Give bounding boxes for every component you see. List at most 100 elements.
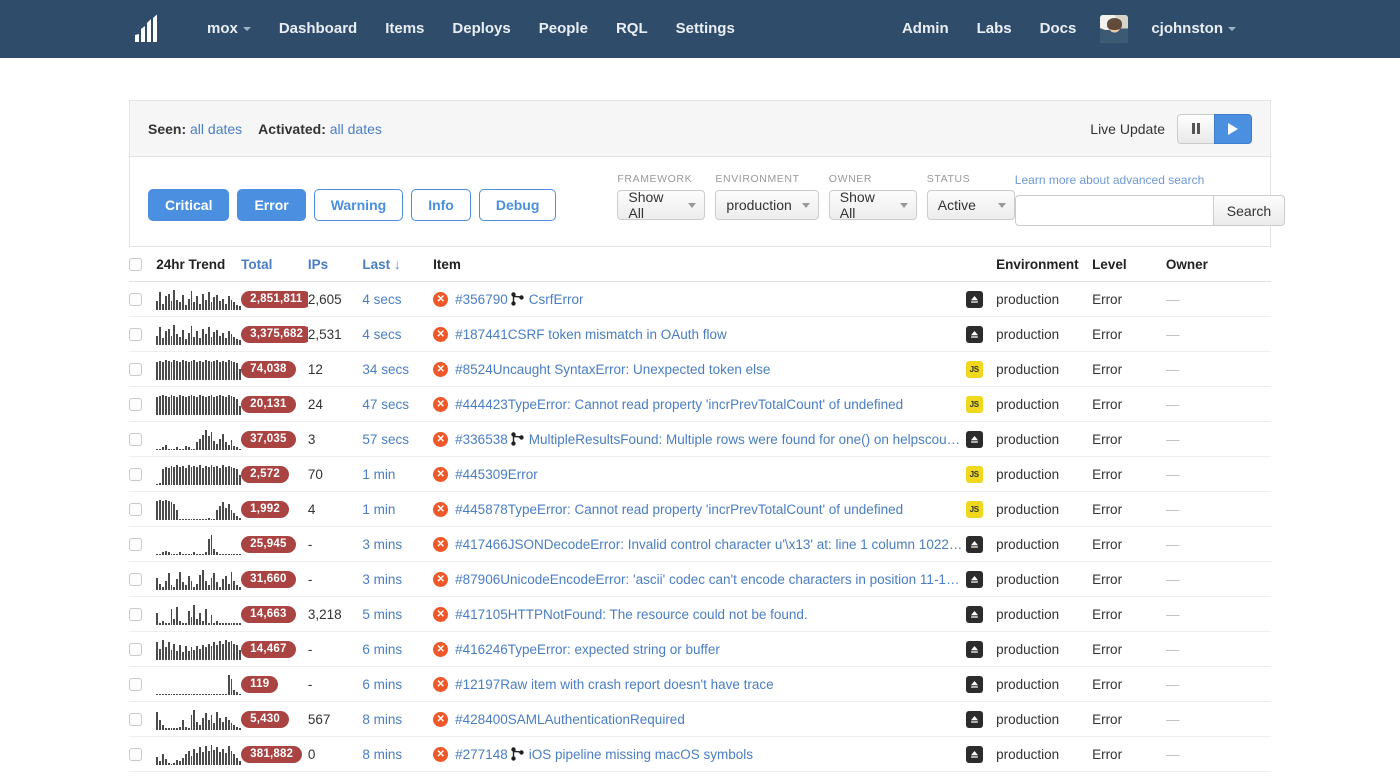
last-seen-link[interactable]: 8 mins bbox=[362, 747, 402, 762]
last-seen-link[interactable]: 3 mins bbox=[362, 572, 402, 587]
nav-item-deploys[interactable]: Deploys bbox=[438, 0, 524, 58]
environment-select[interactable]: production bbox=[715, 190, 818, 220]
item-link[interactable]: #277148 bbox=[455, 747, 508, 762]
table-row[interactable]: 381,88208 mins✕#277148 iOS pipeline miss… bbox=[129, 737, 1271, 772]
nav-item-labs[interactable]: Labs bbox=[963, 0, 1026, 58]
item-link[interactable]: #445878 bbox=[455, 502, 508, 517]
item-title-link[interactable]: TypeError: Cannot read property 'incrPre… bbox=[508, 502, 903, 517]
row-checkbox[interactable] bbox=[129, 643, 142, 656]
item-title-link[interactable]: TypeError: expected string or buffer bbox=[508, 642, 720, 657]
item-title-link[interactable]: JSONDecodeError: Invalid control charact… bbox=[508, 537, 963, 552]
row-checkbox[interactable] bbox=[129, 678, 142, 691]
status-select[interactable]: Active bbox=[927, 190, 1015, 220]
item-title-link[interactable]: iOS pipeline missing macOS symbols bbox=[529, 747, 753, 762]
advanced-search-link[interactable]: Learn more about advanced search bbox=[1015, 173, 1204, 187]
item-link[interactable]: #416246 bbox=[455, 642, 508, 657]
user-menu[interactable]: cjohnston bbox=[1137, 0, 1250, 58]
item-title-link[interactable]: UnicodeEncodeError: 'ascii' codec can't … bbox=[500, 572, 959, 587]
row-checkbox[interactable] bbox=[129, 503, 142, 516]
table-row[interactable]: 25,945-3 mins✕#417466 JSONDecodeError: I… bbox=[129, 527, 1271, 562]
item-title-link[interactable]: Raw item with crash report doesn't have … bbox=[500, 677, 773, 692]
item-link[interactable]: #12197 bbox=[455, 677, 500, 692]
item-title-link[interactable]: MultipleResultsFound: Multiple rows were… bbox=[529, 432, 960, 447]
item-title-link[interactable]: HTTPNotFound: The resource could not be … bbox=[508, 607, 808, 622]
search-button[interactable]: Search bbox=[1213, 195, 1285, 226]
header-ips[interactable]: IPs bbox=[308, 247, 363, 282]
nav-item-rql[interactable]: RQL bbox=[602, 0, 662, 58]
nav-item-dashboard[interactable]: Dashboard bbox=[265, 0, 371, 58]
item-link[interactable]: #336538 bbox=[455, 432, 508, 447]
table-row[interactable]: 2,851,8112,6054 secs✕#356790 CsrfErrorpr… bbox=[129, 282, 1271, 317]
item-link[interactable]: #356790 bbox=[455, 292, 508, 307]
table-row[interactable]: 119-6 mins✕#12197 Raw item with crash re… bbox=[129, 667, 1271, 702]
item-link[interactable]: #428400 bbox=[455, 712, 508, 727]
last-seen-link[interactable]: 3 mins bbox=[362, 537, 402, 552]
last-seen-link[interactable]: 4 secs bbox=[362, 292, 401, 307]
last-seen-link[interactable]: 34 secs bbox=[362, 362, 409, 377]
table-row[interactable]: 14,6633,2185 mins✕#417105 HTTPNotFound: … bbox=[129, 597, 1271, 632]
last-seen-link[interactable]: 47 secs bbox=[362, 397, 409, 412]
nav-item-settings[interactable]: Settings bbox=[662, 0, 749, 58]
bar-chart-logo-icon[interactable] bbox=[133, 14, 163, 44]
table-row[interactable]: 37,035357 secs✕#336538 MultipleResultsFo… bbox=[129, 422, 1271, 457]
navbar-project-dropdown[interactable]: mox bbox=[193, 0, 265, 58]
search-input[interactable] bbox=[1015, 195, 1213, 226]
owner-select[interactable]: Show All bbox=[829, 190, 917, 220]
last-seen-link[interactable]: 5 mins bbox=[362, 607, 402, 622]
row-checkbox[interactable] bbox=[129, 538, 142, 551]
nav-item-admin[interactable]: Admin bbox=[888, 0, 963, 58]
row-checkbox[interactable] bbox=[129, 328, 142, 341]
table-row[interactable]: 31,660-3 mins✕#87906 UnicodeEncodeError:… bbox=[129, 562, 1271, 597]
play-button[interactable] bbox=[1214, 114, 1252, 144]
table-row[interactable]: 3,375,6822,5314 secs✕#187441 CSRF token … bbox=[129, 317, 1271, 352]
last-seen-link[interactable]: 4 secs bbox=[362, 327, 401, 342]
last-seen-link[interactable]: 8 mins bbox=[362, 712, 402, 727]
pause-button[interactable] bbox=[1177, 114, 1215, 144]
level-filter-error[interactable]: Error bbox=[237, 189, 305, 221]
item-link[interactable]: #417466 bbox=[455, 537, 508, 552]
nav-item-items[interactable]: Items bbox=[371, 0, 438, 58]
last-seen-link[interactable]: 1 min bbox=[362, 502, 395, 517]
last-seen-link[interactable]: 57 secs bbox=[362, 432, 409, 447]
last-seen-link[interactable]: 1 min bbox=[362, 467, 395, 482]
item-title-link[interactable]: SAMLAuthenticationRequired bbox=[508, 712, 685, 727]
table-row[interactable]: 2,572701 min✕#445309 ErrorJSproductionEr… bbox=[129, 457, 1271, 492]
row-checkbox[interactable] bbox=[129, 468, 142, 481]
row-checkbox[interactable] bbox=[129, 398, 142, 411]
seen-value-link[interactable]: all dates bbox=[190, 121, 242, 137]
item-link[interactable]: #8524 bbox=[455, 362, 493, 377]
level-filter-debug[interactable]: Debug bbox=[479, 189, 557, 221]
row-checkbox[interactable] bbox=[129, 293, 142, 306]
row-checkbox[interactable] bbox=[129, 713, 142, 726]
row-checkbox[interactable] bbox=[129, 573, 142, 586]
item-title-link[interactable]: CSRF token mismatch in OAuth flow bbox=[508, 327, 727, 342]
row-checkbox[interactable] bbox=[129, 748, 142, 761]
item-title-link[interactable]: CsrfError bbox=[529, 292, 584, 307]
table-row[interactable]: 20,1312447 secs✕#444423 TypeError: Canno… bbox=[129, 387, 1271, 422]
header-last[interactable]: Last ↓ bbox=[362, 247, 433, 282]
item-link[interactable]: #417105 bbox=[455, 607, 508, 622]
table-row[interactable]: 5,4305678 mins✕#428400 SAMLAuthenticatio… bbox=[129, 702, 1271, 737]
item-title-link[interactable]: TypeError: Cannot read property 'incrPre… bbox=[508, 397, 903, 412]
last-seen-link[interactable]: 6 mins bbox=[362, 642, 402, 657]
row-checkbox[interactable] bbox=[129, 363, 142, 376]
item-link[interactable]: #187441 bbox=[455, 327, 508, 342]
user-avatar[interactable] bbox=[1100, 15, 1128, 43]
table-row[interactable]: 74,0381234 secs✕#8524 Uncaught SyntaxErr… bbox=[129, 352, 1271, 387]
level-filter-critical[interactable]: Critical bbox=[148, 189, 229, 221]
nav-item-people[interactable]: People bbox=[525, 0, 602, 58]
row-checkbox[interactable] bbox=[129, 433, 142, 446]
header-total[interactable]: Total bbox=[241, 247, 308, 282]
table-row[interactable]: 14,467-6 mins✕#416246 TypeError: expecte… bbox=[129, 632, 1271, 667]
item-title-link[interactable]: Error bbox=[508, 467, 538, 482]
item-link[interactable]: #87906 bbox=[455, 572, 500, 587]
item-link[interactable]: #444423 bbox=[455, 397, 508, 412]
select-all-checkbox[interactable] bbox=[129, 258, 142, 271]
nav-item-docs[interactable]: Docs bbox=[1026, 0, 1091, 58]
framework-select[interactable]: Show All bbox=[617, 190, 705, 220]
level-filter-info[interactable]: Info bbox=[411, 189, 471, 221]
level-filter-warning[interactable]: Warning bbox=[314, 189, 403, 221]
row-checkbox[interactable] bbox=[129, 608, 142, 621]
activated-value-link[interactable]: all dates bbox=[330, 121, 382, 137]
item-link[interactable]: #445309 bbox=[455, 467, 508, 482]
